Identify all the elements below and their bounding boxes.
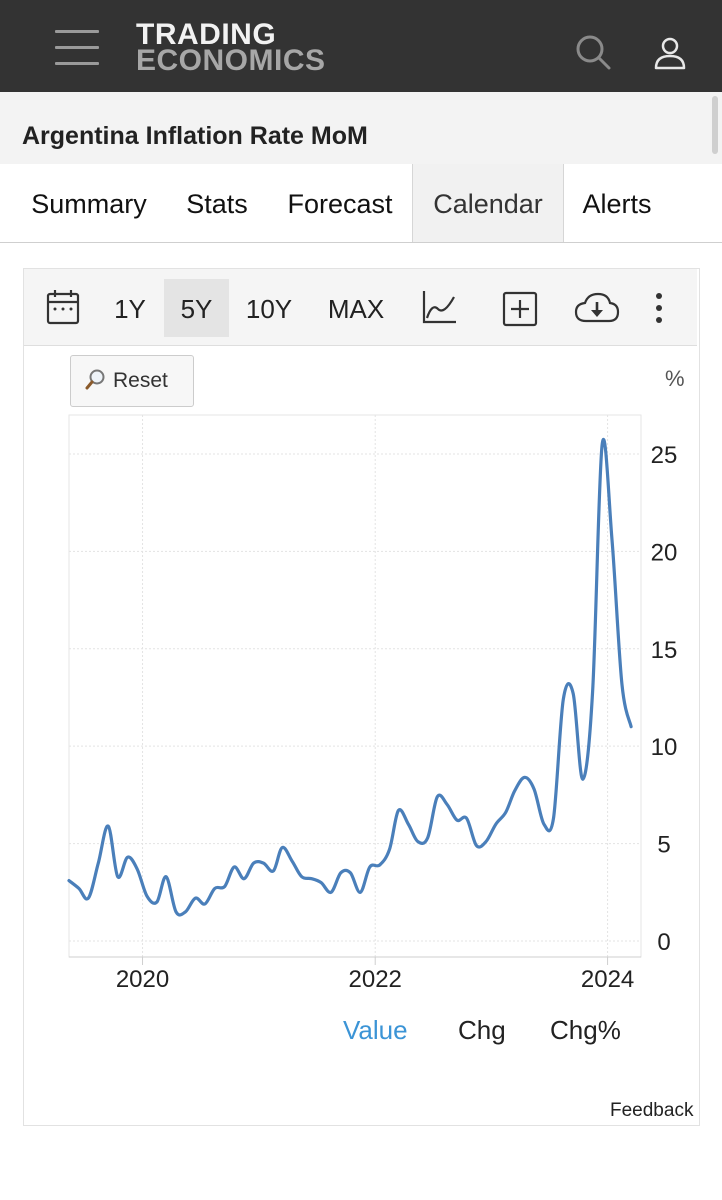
toggle-chg-pct[interactable]: Chg%: [550, 1015, 621, 1046]
toggle-chg[interactable]: Chg: [458, 1015, 506, 1046]
y-tick-label: 20: [651, 539, 678, 566]
title-bar: Argentina Inflation Rate MoM: [0, 92, 722, 165]
top-navbar: TRADING ECONOMICS: [0, 0, 722, 92]
plot-frame: [68, 414, 642, 958]
y-tick-label: 0: [657, 929, 670, 956]
reset-label: Reset: [113, 369, 168, 392]
y-tick-label: 25: [651, 442, 678, 469]
y-tick-label: 10: [651, 734, 678, 761]
tab-stats[interactable]: Stats: [172, 164, 262, 242]
x-tick-label: 2022: [349, 966, 402, 993]
x-tick-label: 2024: [581, 966, 634, 993]
toggle-value[interactable]: Value: [343, 1015, 408, 1046]
tab-bar: Summary Stats Forecast Calendar Alerts: [0, 164, 722, 243]
magnifier-icon: [85, 369, 105, 390]
tab-summary[interactable]: Summary: [14, 164, 164, 242]
feedback-link[interactable]: Feedback: [610, 1100, 693, 1122]
x-tick-label: 2020: [116, 966, 169, 993]
tab-calendar[interactable]: Calendar: [412, 164, 564, 242]
search-icon[interactable]: [574, 34, 612, 72]
site-logo[interactable]: TRADING ECONOMICS: [136, 20, 326, 77]
unit-label: %: [665, 366, 685, 391]
scrollbar[interactable]: [712, 96, 718, 154]
logo-line-2: ECONOMICS: [136, 44, 326, 77]
page-title: Argentina Inflation Rate MoM: [22, 122, 368, 150]
tab-alerts[interactable]: Alerts: [570, 164, 664, 242]
tab-forecast[interactable]: Forecast: [276, 164, 404, 242]
zoom-reset-button[interactable]: Reset: [70, 355, 194, 407]
menu-icon[interactable]: [55, 30, 99, 68]
y-tick-label: 15: [651, 637, 678, 664]
user-icon[interactable]: [652, 36, 688, 72]
y-tick-label: 5: [657, 832, 670, 859]
chart-card: 1Y 5Y 10Y MAX 0 5 10 15 20 25 2020 2022 2024 Res…: [23, 268, 700, 1126]
